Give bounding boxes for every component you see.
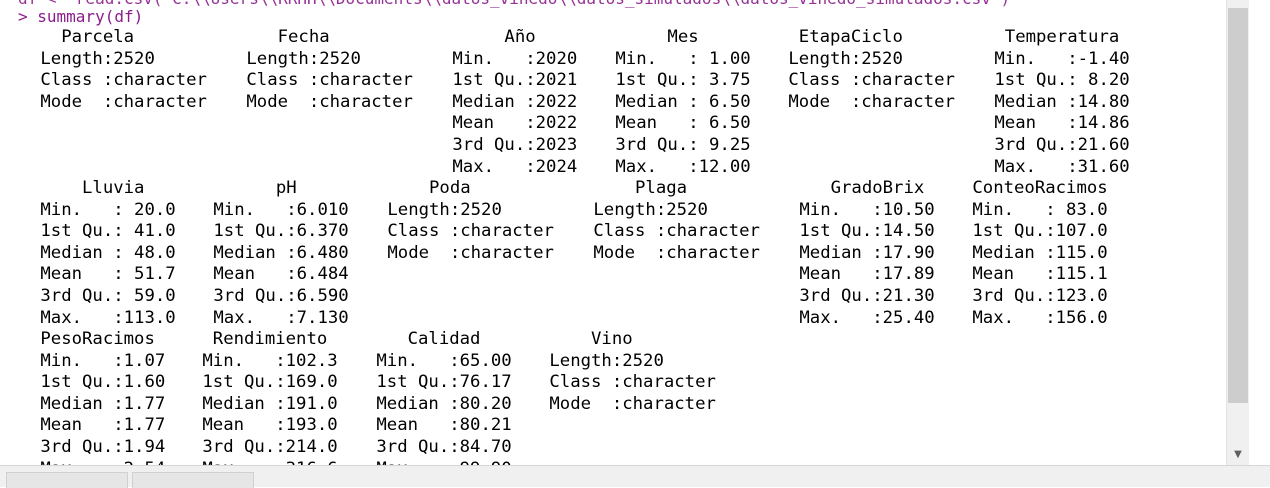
- summary-parcela: Parcela Length:2520 Class :character Mod…: [40, 27, 207, 112]
- summary-gradobrix: GradoBrix Min. :10.50 1st Qu.:14.50 Medi…: [799, 178, 935, 328]
- summary-etapaciclo: EtapaCiclo Length:2520 Class :character …: [788, 27, 955, 112]
- summary-calidad: Calidad Min. :65.00 1st Qu.:76.17 Median…: [376, 329, 512, 465]
- summary-rendimiento: Rendimiento Min. :102.3 1st Qu.:169.0 Me…: [202, 329, 338, 465]
- console-prompt: > summary(df): [18, 7, 144, 26]
- summary-lluvia: Lluvia Min. : 20.0 1st Qu.: 41.0 Median …: [40, 178, 176, 328]
- summary-plaga: Plaga Length:2520 Class :character Mode …: [593, 178, 760, 263]
- window-bottom-edge: [0, 465, 1270, 488]
- r-console[interactable]: df <- read.csv("C:\\Users\\RRHH\\Documen…: [0, 0, 1248, 465]
- vertical-scrollbar[interactable]: ▼: [1226, 0, 1249, 465]
- previous-command-line: df <- read.csv("C:\\Users\\RRHH\\Documen…: [18, 0, 1010, 10]
- scroll-down-arrow-icon[interactable]: ▼: [1227, 445, 1249, 465]
- summary-pesoracimos: PesoRacimos Min. :1.07 1st Qu.:1.60 Medi…: [40, 329, 166, 465]
- scrollbar-thumb[interactable]: [1228, 8, 1248, 403]
- summary-mes: Mes Min. : 1.00 1st Qu.: 3.75 Median : 6…: [615, 27, 751, 177]
- summary-conteoracimos: ConteoRacimos Min. : 83.0 1st Qu.:107.0 …: [972, 178, 1108, 328]
- summary-temperatura: Temperatura Min. :-1.40 1st Qu.: 8.20 Me…: [994, 27, 1130, 177]
- summary-ph: pH Min. :6.010 1st Qu.:6.370 Median :6.4…: [213, 178, 349, 328]
- summary-fecha: Fecha Length:2520 Class :character Mode …: [246, 27, 413, 112]
- summary-vino: Vino Length:2520 Class :character Mode :…: [549, 329, 716, 414]
- summary-poda: Poda Length:2520 Class :character Mode :…: [387, 178, 554, 263]
- summary-anio: Año Min. :2020 1st Qu.:2021 Median :2022…: [452, 27, 578, 177]
